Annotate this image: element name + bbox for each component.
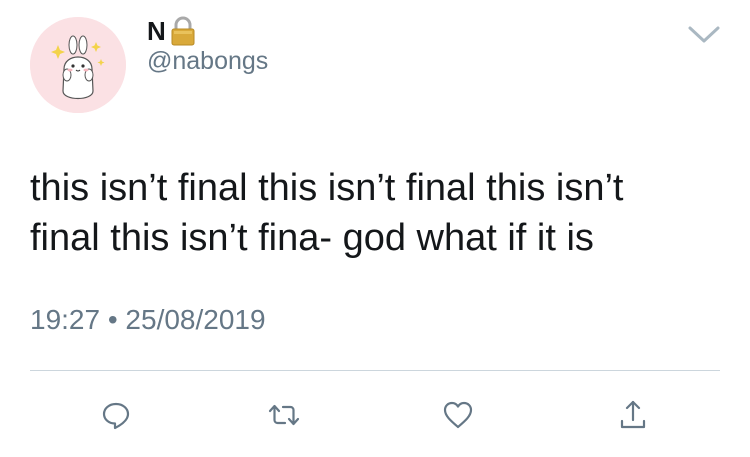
display-name[interactable]: N bbox=[147, 14, 166, 48]
chevron-down-icon[interactable] bbox=[686, 23, 722, 47]
author-handle[interactable]: @nabongs bbox=[147, 46, 268, 76]
divider bbox=[30, 370, 720, 371]
reply-button[interactable] bbox=[91, 390, 141, 440]
heart-icon bbox=[443, 401, 473, 429]
lock-icon bbox=[168, 15, 198, 47]
retweet-button[interactable] bbox=[259, 390, 309, 440]
tweet-card: N @nabongs this isn’t final this isn’t f… bbox=[0, 0, 750, 457]
comment-icon bbox=[102, 402, 130, 430]
share-button[interactable] bbox=[608, 390, 658, 440]
share-icon bbox=[620, 400, 646, 429]
like-button[interactable] bbox=[433, 390, 483, 440]
author-name-row[interactable]: N bbox=[147, 14, 198, 48]
retweet-icon bbox=[268, 404, 300, 426]
avatar[interactable] bbox=[30, 17, 126, 113]
bunny-avatar-icon bbox=[30, 17, 126, 113]
tweet-text: this isn’t final this isn’t final this i… bbox=[30, 167, 624, 259]
tweet-timestamp[interactable]: 19:27 • 25/08/2019 bbox=[30, 302, 266, 338]
action-bar bbox=[0, 390, 750, 440]
